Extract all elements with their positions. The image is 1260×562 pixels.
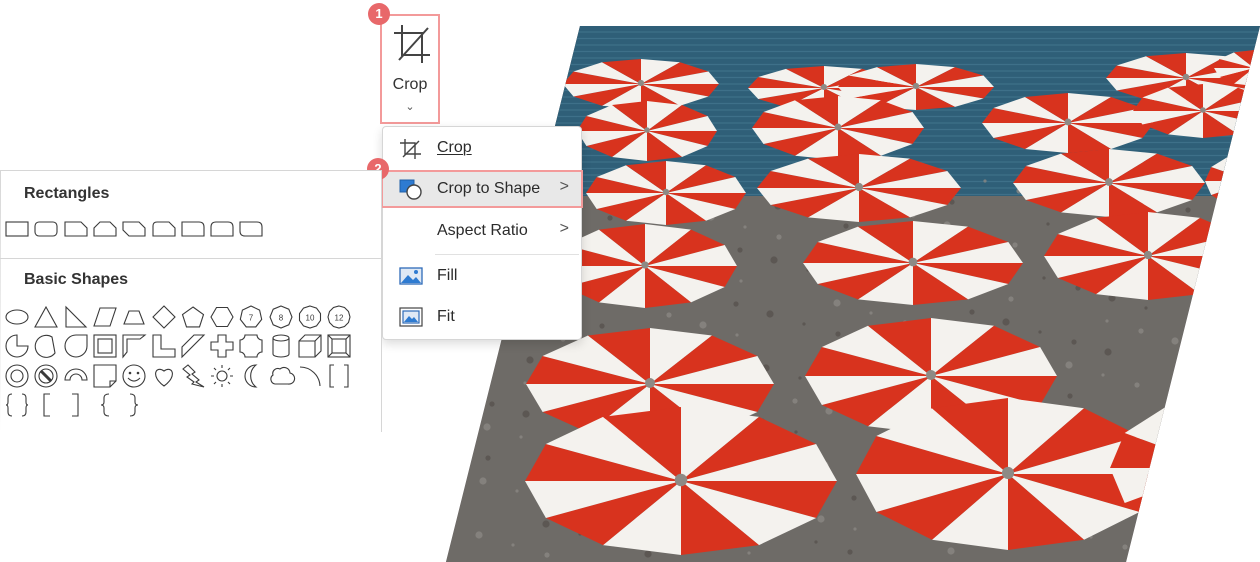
octagon-shape-icon[interactable]: 8 <box>269 305 293 329</box>
fill-image-icon <box>399 266 423 286</box>
svg-text:8: 8 <box>278 314 283 323</box>
crop-button[interactable]: Crop ⌄ <box>380 14 440 124</box>
no-symbol-shape-icon[interactable] <box>34 364 58 388</box>
menu-item-label: Crop <box>437 139 472 156</box>
right-triangle-shape-icon[interactable] <box>64 305 88 329</box>
smiley-face-shape-icon[interactable] <box>122 364 146 388</box>
diamond-shape-icon[interactable] <box>151 305 176 329</box>
left-brace-shape-icon[interactable] <box>93 393 117 417</box>
snip-single-corner-rectangle-shape-icon[interactable] <box>64 217 88 241</box>
isosceles-triangle-shape-icon[interactable] <box>34 305 59 329</box>
menu-item-label: Crop to Shape <box>437 180 541 197</box>
crop-icon <box>399 138 423 159</box>
cross-shape-icon[interactable] <box>210 334 234 358</box>
sun-shape-icon[interactable] <box>210 364 234 388</box>
oval-shape-icon[interactable] <box>5 305 29 329</box>
right-bracket-shape-icon[interactable] <box>64 393 88 417</box>
menu-item-fit[interactable]: Fit <box>383 298 581 336</box>
folded-corner-shape-icon[interactable] <box>93 364 117 388</box>
bevel-shape-icon[interactable] <box>327 334 351 358</box>
snip-round-rectangle-shape-icon[interactable] <box>151 217 176 241</box>
chevron-right-icon: > <box>559 220 569 237</box>
svg-text:7: 7 <box>249 314 254 323</box>
cloud-shape-icon[interactable] <box>269 364 295 388</box>
diagonal-stripe-shape-icon[interactable] <box>181 334 206 359</box>
shapes-gallery: Rectangles Basic Shapes 7 8 10 12 <box>0 170 382 433</box>
parallelogram-shape-icon[interactable] <box>93 305 117 329</box>
menu-separator <box>435 254 579 255</box>
menu-item-aspect-ratio[interactable]: Aspect Ratio > <box>383 212 581 250</box>
moon-shape-icon[interactable] <box>239 364 263 388</box>
double-bracket-shape-icon[interactable] <box>327 364 351 388</box>
chord-shape-icon[interactable] <box>34 334 58 359</box>
menu-item-fill[interactable]: Fill <box>383 257 581 295</box>
umbrella <box>1216 294 1260 378</box>
pentagon-shape-icon[interactable] <box>181 305 205 329</box>
rounded-rectangle-shape-icon[interactable] <box>34 217 58 241</box>
round-single-corner-rectangle-shape-icon[interactable] <box>181 217 205 241</box>
frame-shape-icon[interactable] <box>93 334 117 358</box>
teardrop-shape-icon[interactable] <box>64 334 88 358</box>
crop-to-shape-icon <box>399 179 423 200</box>
menu-item-crop[interactable]: Crop <box>383 129 581 167</box>
chevron-right-icon: > <box>559 178 569 195</box>
svg-text:10: 10 <box>306 314 315 323</box>
plaque-shape-icon[interactable] <box>239 334 263 358</box>
step-1-badge: 1 <box>368 3 390 25</box>
section-title-basic-shapes: Basic Shapes <box>24 271 129 288</box>
heart-shape-icon[interactable] <box>152 364 176 388</box>
cube-shape-icon[interactable] <box>298 334 322 358</box>
snip-same-side-rectangle-shape-icon[interactable] <box>93 217 117 241</box>
round-same-side-rectangle-shape-icon[interactable] <box>210 217 234 241</box>
double-brace-shape-icon[interactable] <box>5 393 29 417</box>
left-bracket-shape-icon[interactable] <box>34 393 58 417</box>
svg-text:12: 12 <box>335 314 344 323</box>
crop-dropdown-menu: Crop Crop to Shape > Aspect Ratio > Fill <box>381 126 583 340</box>
crop-icon <box>392 22 432 71</box>
crop-button-label: Crop <box>392 76 428 93</box>
menu-item-label: Fill <box>437 267 458 284</box>
can-shape-icon[interactable] <box>269 334 293 358</box>
rectangle-shape-icon[interactable] <box>5 217 29 241</box>
decagon-shape-icon[interactable]: 10 <box>298 305 322 329</box>
right-brace-shape-icon[interactable] <box>122 393 146 417</box>
dodecagon-shape-icon[interactable]: 12 <box>327 305 351 329</box>
menu-item-crop-to-shape[interactable]: Crop to Shape > <box>381 170 583 208</box>
menu-item-label: Fit <box>437 308 455 325</box>
snip-diagonal-rectangle-shape-icon[interactable] <box>122 217 146 241</box>
fit-image-icon <box>399 307 423 327</box>
heptagon-shape-icon[interactable]: 7 <box>239 305 263 329</box>
lightning-bolt-shape-icon[interactable] <box>181 363 205 388</box>
chevron-down-icon: ⌄ <box>405 101 415 113</box>
half-frame-shape-icon[interactable] <box>122 334 147 359</box>
donut-shape-icon[interactable] <box>5 364 29 388</box>
pie-shape-icon[interactable] <box>5 334 29 358</box>
arc-shape-icon[interactable] <box>298 364 322 388</box>
menu-item-label: Aspect Ratio <box>437 222 528 239</box>
section-title-rectangles: Rectangles <box>24 185 110 202</box>
l-shape-shape-icon[interactable] <box>151 334 176 358</box>
trapezoid-shape-icon[interactable] <box>122 305 146 329</box>
gallery-divider <box>0 258 381 259</box>
hexagon-shape-icon[interactable] <box>210 305 234 329</box>
block-arc-shape-icon[interactable] <box>64 364 88 388</box>
round-diagonal-rectangle-shape-icon[interactable] <box>239 217 263 241</box>
